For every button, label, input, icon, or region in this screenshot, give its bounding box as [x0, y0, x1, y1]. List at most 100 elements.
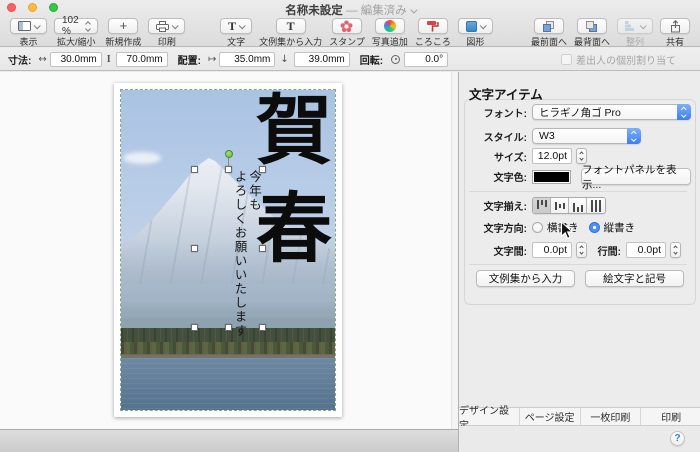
zoom-stepper-button[interactable]: 102 % 拡大/縮小 — [54, 18, 98, 48]
tab-single-print[interactable]: 一枚印刷 — [581, 408, 642, 425]
rotation-handle[interactable] — [225, 150, 233, 158]
align-bottom-icon — [573, 200, 583, 212]
style-select[interactable]: W3 — [532, 128, 641, 144]
vertical-writing-radio[interactable] — [589, 222, 600, 233]
align-center-segment[interactable] — [551, 198, 569, 213]
vertical-writing-label[interactable]: 縦書き — [604, 220, 636, 235]
divider — [469, 191, 687, 192]
postcard[interactable]: 賀春 今年も よろしくお願いいたします — [114, 83, 342, 417]
text-color-swatch — [534, 172, 569, 182]
selection-handle-middle-right[interactable] — [259, 245, 266, 252]
y-position-icon: ↓ — [280, 54, 288, 65]
add-photo-button[interactable]: 写真追加 — [372, 18, 408, 48]
tab-print[interactable]: 印刷 — [641, 408, 700, 425]
align-top-icon — [537, 200, 547, 212]
plus-icon: + — [120, 21, 128, 31]
print-button[interactable]: 印刷 — [148, 18, 185, 48]
selection-handle-top-left[interactable] — [191, 166, 198, 173]
sender-assignment-checkbox — [561, 54, 572, 65]
stamp-flower-icon — [340, 20, 353, 33]
help-button[interactable]: ? — [670, 431, 685, 446]
font-select[interactable]: ヒラギノ角ゴ Pro — [532, 104, 691, 120]
chevron-down-icon — [34, 22, 41, 29]
leading-stepper[interactable] — [670, 242, 681, 258]
text-color-label: 文字色: — [459, 169, 527, 184]
document-title: 名称未設定 — [285, 5, 343, 17]
canvas-scrollbar[interactable] — [451, 72, 458, 429]
horizontal-writing-radio[interactable] — [532, 222, 543, 233]
send-to-back-button[interactable]: 最背面へ — [574, 18, 610, 48]
selection-handle-bottom-right[interactable] — [259, 324, 266, 331]
text-icon: T — [228, 21, 236, 31]
height-input[interactable]: 70.0mm — [116, 52, 168, 67]
emoji-symbols-button[interactable]: 絵文字と記号 — [585, 270, 684, 287]
tab-page-settings[interactable]: ページ設定 — [520, 408, 581, 425]
divider — [469, 264, 687, 265]
align-button: 整列 — [617, 18, 653, 48]
phrase-library-button[interactable]: T 文例集から入力 — [259, 18, 322, 48]
align-center-icon — [555, 200, 565, 212]
tab-design-settings[interactable]: デザイン設定 — [459, 408, 520, 425]
position-label: 配置: — [178, 52, 201, 67]
paint-roller-icon — [426, 20, 439, 32]
send-to-back-icon — [585, 20, 598, 33]
share-icon — [670, 20, 681, 33]
text-icon: T — [287, 21, 295, 31]
stamp-button[interactable]: スタンプ — [329, 18, 365, 48]
x-position-input[interactable]: 35.0mm — [219, 52, 275, 67]
bring-to-front-icon — [542, 20, 555, 33]
edited-status: — 編集済み — [346, 5, 407, 17]
zoom-level: 102 % — [62, 15, 83, 37]
dimensions-bar: 寸法: ↔ 30.0mm I 70.0mm 配置: ↦ 35.0mm ↓ 39.… — [0, 48, 700, 71]
window-title: 名称未設定 — 編集済み — [0, 2, 700, 18]
canvas-area[interactable]: 賀春 今年も よろしくお願いいたします — [0, 72, 458, 452]
bottom-status-bar — [0, 429, 458, 452]
new-document-button[interactable]: + 新規作成 — [105, 18, 141, 48]
size-input[interactable]: 12.0pt — [532, 148, 572, 164]
tracking-input[interactable]: 0.0pt — [532, 242, 572, 258]
title-bar: 名称未設定 — 編集済み — [0, 0, 700, 17]
shapes-button[interactable]: 図形 — [458, 18, 493, 48]
text-align-label: 文字揃え: — [459, 198, 527, 213]
paint-roller-button[interactable]: ころころ — [415, 18, 451, 48]
selection-handle-middle-left[interactable] — [191, 245, 198, 252]
font-value: ヒラギノ角ゴ Pro — [539, 105, 621, 120]
horizontal-writing-label[interactable]: 横書き — [547, 220, 579, 235]
popup-stepper-icon — [627, 128, 641, 144]
show-font-panel-button[interactable]: フォントパネルを表示... — [581, 168, 691, 185]
text-align-segmented-control — [532, 197, 606, 214]
height-icon: I — [107, 54, 111, 65]
width-input[interactable]: 30.0mm — [50, 52, 102, 67]
selection-handle-bottom-left[interactable] — [191, 324, 198, 331]
justify-segment[interactable] — [587, 198, 605, 213]
selection-handle-bottom-center[interactable] — [225, 324, 232, 331]
phrase-library-input-button[interactable]: 文例集から入力 — [476, 270, 575, 287]
fuji-photo-item[interactable]: 賀春 今年も よろしくお願いいたします — [121, 90, 335, 410]
bring-to-front-button[interactable]: 最前面へ — [531, 18, 567, 48]
selection-handle-top-center[interactable] — [225, 166, 232, 173]
greeting-text-item[interactable]: 今年も よろしくお願いいたします — [232, 170, 261, 338]
shape-square-icon — [466, 21, 477, 32]
align-top-segment[interactable] — [533, 198, 551, 213]
width-icon: ↔ — [38, 54, 46, 65]
align-bottom-segment[interactable] — [569, 198, 587, 213]
align-icon — [625, 21, 637, 32]
share-button[interactable]: 共有 — [660, 18, 690, 48]
font-label: フォント: — [459, 105, 527, 120]
size-label: サイズ: — [459, 149, 527, 164]
photo-pinwheel-icon — [384, 20, 396, 32]
style-label: スタイル: — [459, 129, 527, 144]
view-button[interactable]: 表示 — [10, 18, 47, 48]
title-chevron-icon[interactable] — [410, 7, 417, 14]
tracking-stepper[interactable] — [576, 242, 587, 258]
text-tool-button[interactable]: T 文字 — [220, 18, 252, 48]
style-value: W3 — [539, 130, 555, 142]
sender-assignment-control: 差出人の個別割り当て — [561, 52, 676, 67]
selection-handle-top-right[interactable] — [259, 166, 266, 173]
printer-icon — [156, 21, 169, 32]
rotation-icon — [391, 55, 400, 64]
y-position-input[interactable]: 39.0mm — [294, 52, 350, 67]
text-color-well[interactable] — [532, 170, 571, 184]
rotation-input[interactable]: 0.0° — [404, 52, 448, 67]
leading-input[interactable]: 0.0pt — [626, 242, 666, 258]
